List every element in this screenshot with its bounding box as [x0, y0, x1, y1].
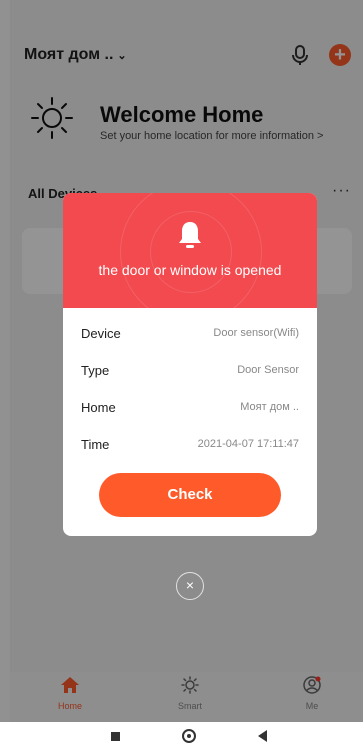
detail-label: Home — [81, 400, 116, 415]
alert-header: the door or window is opened — [63, 193, 317, 308]
detail-label: Device — [81, 326, 121, 341]
home-button-icon[interactable] — [182, 729, 196, 743]
back-icon[interactable] — [258, 730, 267, 742]
detail-value: Моят дом .. — [240, 401, 299, 413]
detail-value: Door sensor(Wifi) — [213, 327, 299, 339]
alert-title: the door or window is opened — [98, 262, 282, 278]
check-button[interactable]: Check — [99, 473, 281, 517]
alert-dialog: the door or window is opened Device Door… — [63, 193, 317, 536]
app-screen: Моят дом .. ⌄ + Welcome Home Set your hom… — [0, 0, 363, 751]
detail-value: 2021-04-07 17:11:47 — [197, 438, 299, 450]
recent-apps-icon[interactable] — [111, 732, 120, 741]
detail-label: Type — [81, 363, 110, 378]
detail-row-home: Home Моят дом .. — [81, 400, 299, 420]
detail-row-device: Device Door sensor(Wifi) — [81, 326, 299, 346]
detail-label: Time — [81, 437, 110, 452]
detail-value: Door Sensor — [237, 364, 299, 376]
close-icon[interactable]: × — [176, 572, 204, 600]
detail-row-time: Time 2021-04-07 17:11:47 — [81, 437, 299, 457]
detail-row-type: Type Door Sensor — [81, 363, 299, 383]
system-nav-bar — [0, 722, 363, 751]
bell-icon — [179, 222, 201, 248]
